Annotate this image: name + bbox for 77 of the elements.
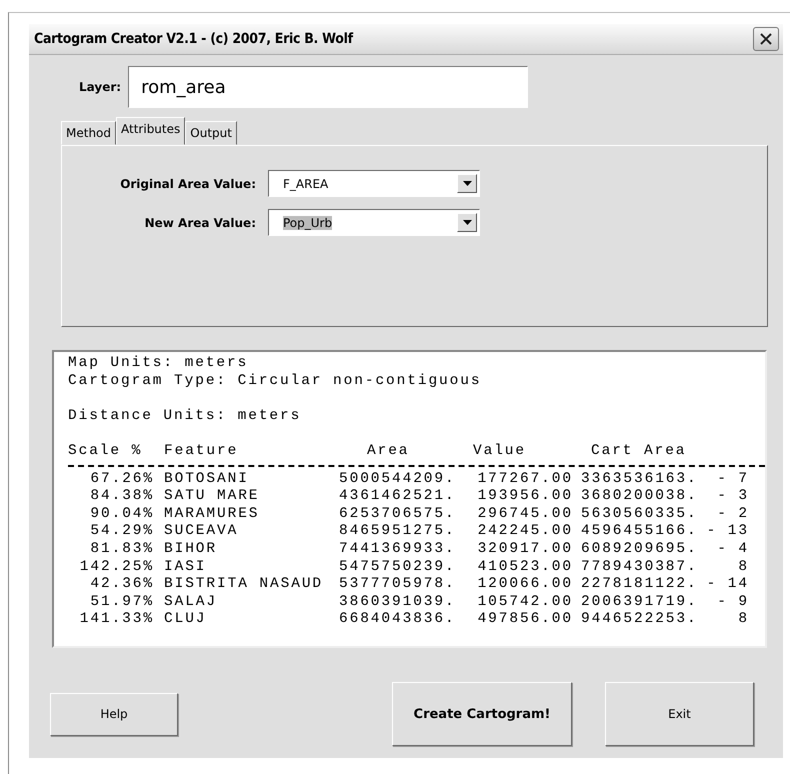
column-header: Area: [366, 442, 410, 461]
table-cell-text: 242245.00: [476, 523, 574, 541]
output-line: Cartogram Type: Circular non-contiguous: [68, 372, 482, 390]
table-cell: 7789430387.: [581, 558, 695, 576]
table-cell-text: 81.83%: [89, 540, 155, 559]
tab[interactable]: Attributes: [116, 117, 186, 145]
table-cell: 4596455166.: [581, 523, 695, 541]
table-cell-text: 320917.00: [476, 540, 574, 559]
table-cell-text: IASI: [164, 558, 208, 576]
table-cell-text: 6253706575.: [339, 506, 457, 524]
table-cell-text: - 13: [706, 523, 749, 541]
table-cell: 2278181122.: [581, 576, 695, 594]
column-header: Cart Area: [590, 442, 688, 461]
table-cell-text: 105742.00: [476, 594, 574, 612]
window-title: Cartogram Creator V2.1 - (c) 2007, Eric B. Wolf: [34, 31, 353, 47]
table-cell-text: - 4: [716, 540, 749, 559]
table-cell-text: 410523.00: [476, 558, 574, 576]
table-cell-text: SALAJ: [164, 594, 218, 612]
table-cell: 3363536163.: [581, 470, 695, 488]
table-cell-text: 5475750239.: [339, 558, 457, 576]
table-cell-text: 51.97%: [89, 594, 155, 612]
table-cell-text: 142.25%: [78, 558, 155, 576]
table-cell: 6089209695.: [581, 540, 695, 559]
table-cell-text: - 3: [716, 488, 749, 506]
table-cell-text: MARAMURES: [164, 506, 260, 524]
table-cell-text: 8: [737, 558, 749, 576]
table-cell: 3680200038.: [581, 488, 695, 506]
column-header: Value: [473, 442, 528, 461]
table-cell-text: 120066.00: [476, 576, 574, 594]
layer-label: Layer:: [79, 80, 122, 94]
table-cell-text: CLUJ: [164, 611, 208, 629]
dialog-button[interactable]: Create Cartogram!: [392, 682, 572, 746]
table-cell: 5630560335.: [581, 506, 695, 524]
column-header: Feature: [164, 442, 240, 461]
table-cell-text: 90.04%: [89, 506, 155, 524]
table-cell-text: 42.36%: [89, 576, 155, 594]
dropdown[interactable]: Pop_Urb: [268, 209, 480, 236]
table-cell-text: 7441369933.: [339, 540, 457, 559]
table-cell-text: 193956.00: [476, 488, 574, 506]
table-cell-text: 5000544209.: [339, 470, 457, 488]
table-cell-text: 4361462521.: [339, 488, 457, 506]
table-cell-text: - 2: [716, 506, 749, 524]
output-line: Map Units: meters: [68, 355, 250, 373]
column-header: Scale %: [68, 442, 144, 461]
table-cell-text: 84.38%: [89, 488, 155, 506]
table-cell: 2006391719.: [581, 594, 695, 612]
table-cell-text: BIHOR: [164, 540, 218, 559]
table-cell-text: 177267.00: [476, 470, 574, 488]
table-cell-text: - 9: [716, 594, 749, 612]
table-cell-text: - 14: [706, 576, 749, 594]
tab[interactable]: Method: [61, 121, 116, 145]
field-label: New Area Value:: [144, 216, 256, 230]
table-cell: 9446522253.: [581, 611, 695, 629]
table-cell-text: BOTOSANI: [164, 470, 250, 488]
table-cell-text: 6684043836.: [339, 611, 457, 629]
dialog-button[interactable]: Exit: [605, 682, 754, 746]
close-icon: [759, 32, 773, 46]
field-label: Original Area Value:: [119, 176, 256, 190]
table-cell-text: SUCEAVA: [164, 523, 240, 541]
table-cell-text: 141.33%: [78, 611, 155, 629]
table-cell-text: 67.26%: [89, 470, 155, 488]
dropdown[interactable]: F_AREA: [268, 170, 480, 197]
table-cell-text: 497856.00: [476, 611, 574, 629]
table-cell-text: 8: [737, 611, 749, 629]
table-cell-text: BISTRITA NASAUD: [164, 576, 324, 594]
output-line: Distance Units: meters: [68, 408, 302, 426]
table-cell-text: 3860391039.: [339, 594, 457, 612]
table-cell-text: SATU MARE: [164, 488, 260, 506]
table-cell-text: 5377705978.: [339, 576, 457, 594]
table-cell-text: - 7: [716, 470, 749, 488]
table-cell-text: 8465951275.: [339, 523, 457, 541]
close-button[interactable]: [753, 27, 779, 51]
dialog-button[interactable]: Help: [50, 692, 178, 736]
table-cell-text: 54.29%: [89, 523, 155, 541]
tab[interactable]: Output: [185, 121, 237, 145]
table-cell-text: 296745.00: [476, 506, 574, 524]
layer-field[interactable]: rom_area: [128, 66, 528, 108]
